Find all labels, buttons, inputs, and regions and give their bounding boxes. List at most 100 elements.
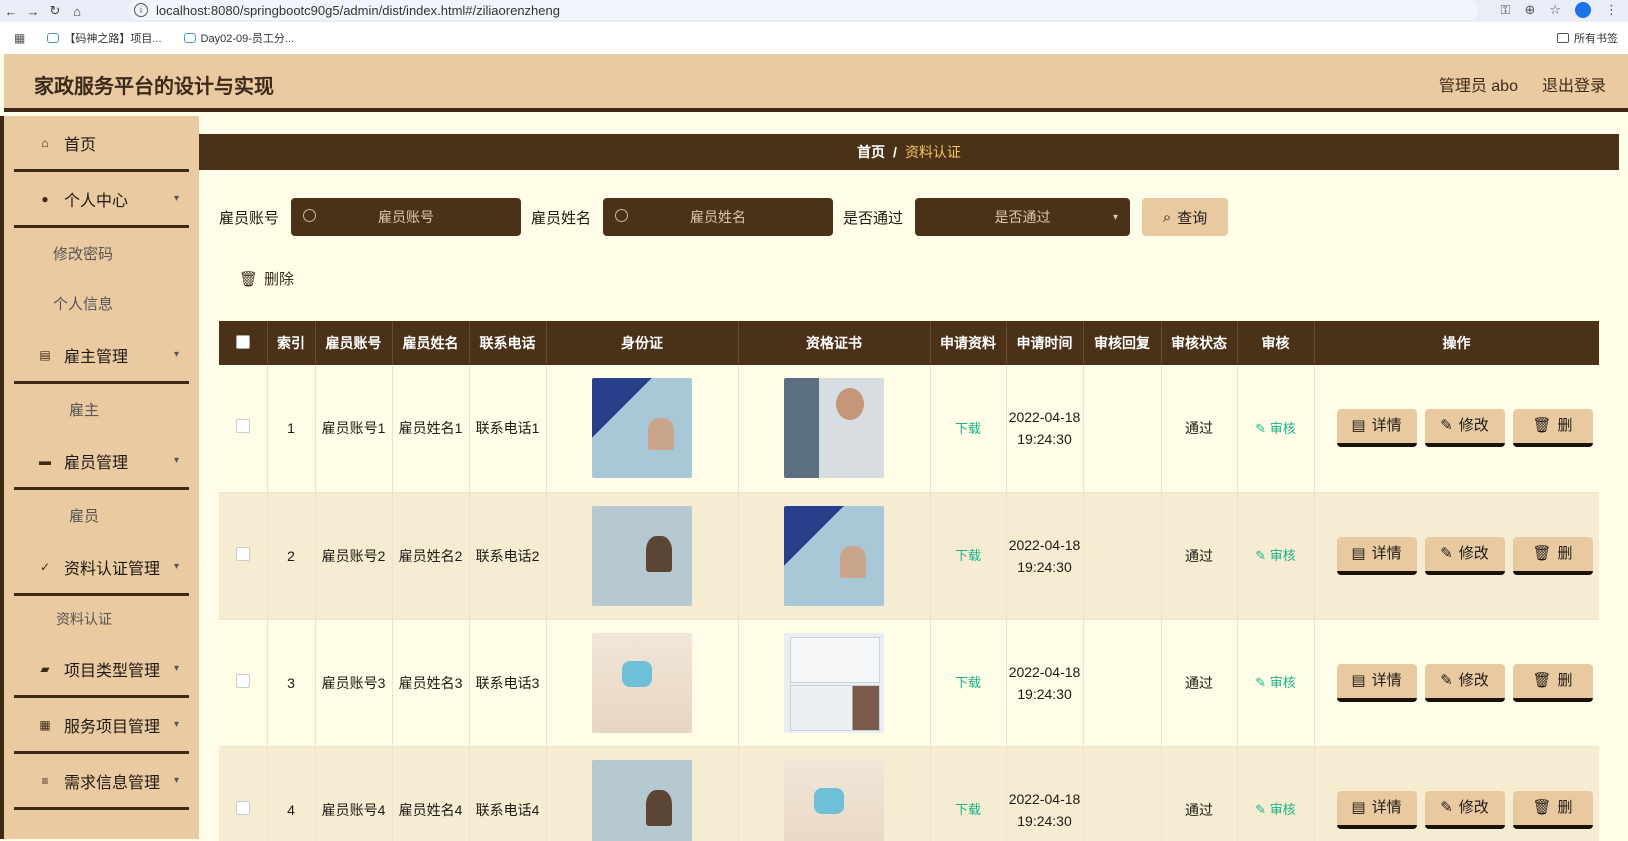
cell-reply (1083, 365, 1161, 492)
account-search-input[interactable]: 雇员账号 (291, 198, 521, 236)
detail-button[interactable]: ▤详情 (1337, 537, 1417, 575)
edit-button[interactable]: ✎修改 (1425, 664, 1505, 702)
download-link[interactable]: 下载 (955, 802, 981, 817)
address-bar-row: ← → ↻ ⌂ i localhost:8080/springbootc90g5… (0, 0, 1628, 22)
clipboard-icon: ✓ (38, 560, 52, 574)
browser-chrome: ← → ↻ ⌂ i localhost:8080/springbootc90g5… (0, 0, 1628, 54)
apps-grid-icon[interactable]: ▦ (14, 31, 25, 45)
select-all-checkbox[interactable] (236, 335, 250, 349)
app-header: 家政服务平台的设计与实现 管理员 abo 退出登录 (4, 54, 1628, 112)
edit-icon: ✎ (1440, 415, 1453, 437)
idcard-image[interactable] (592, 633, 692, 733)
delete-button[interactable]: 🗑删 (1513, 791, 1593, 829)
back-icon[interactable]: ← (0, 4, 22, 19)
home-icon: ⌂ (38, 136, 52, 150)
review-link[interactable]: ✎ 审核 (1255, 548, 1296, 563)
cell-reply (1083, 619, 1161, 746)
admin-label: 管理员 abo (1439, 72, 1518, 96)
sidebar-subitem-change-password[interactable]: 修改密码 (4, 228, 199, 278)
key-icon[interactable]: ⚿ (1501, 2, 1511, 18)
search-icon (615, 209, 628, 222)
sidebar-item-demand-mgmt[interactable]: ≡ 需求信息管理 ▾ (14, 754, 189, 810)
bookmarks-bar: ▦ 【码神之路】项目... Day02-09-员工分... 所有书签 (0, 26, 1628, 50)
sidebar-item-employee-mgmt[interactable]: ▬ 雇员管理 ▾ (14, 434, 189, 490)
row-checkbox[interactable] (236, 801, 250, 815)
query-button[interactable]: ⌕ 查询 (1142, 198, 1228, 236)
passed-filter-label: 是否通过 (843, 207, 903, 228)
certificate-image[interactable] (784, 506, 884, 606)
table-row: 4 雇员账号4 雇员姓名4 联系电话4 下载 2022-04-18 19:24:… (219, 746, 1599, 841)
zoom-icon[interactable]: ⊕ (1524, 2, 1535, 18)
sidebar-subitem-cert[interactable]: 资料认证 (4, 596, 199, 642)
browser-toolbar-icons: ⚿ ⊕ ☆ ⋮ (1501, 0, 1618, 20)
edit-icon: ✎ (1440, 670, 1453, 692)
reload-icon[interactable]: ↻ (44, 3, 66, 19)
certificate-image[interactable] (784, 378, 884, 478)
idcard-image[interactable] (592, 506, 692, 606)
profile-avatar[interactable] (1575, 2, 1591, 18)
delete-button[interactable]: 🗑删 (1513, 409, 1593, 447)
name-search-input[interactable]: 雇员姓名 (603, 198, 833, 236)
batch-delete-button[interactable]: 🗑 删除 (239, 268, 294, 289)
star-icon[interactable]: ☆ (1549, 2, 1561, 18)
cell-name: 雇员姓名2 (392, 492, 469, 619)
sidebar-item-employer-mgmt[interactable]: ▤ 雇主管理 ▾ (14, 328, 189, 384)
main-content: 首页 / 资料认证 雇员账号 雇员账号 雇员姓名 雇员姓名 是否通过 是否通过 … (199, 122, 1619, 839)
col-header-time: 申请时间 (1006, 321, 1083, 365)
breadcrumb-current: 资料认证 (905, 142, 961, 162)
menu-icon[interactable]: ⋮ (1605, 2, 1618, 18)
sidebar-subitem-personal-info[interactable]: 个人信息 (4, 278, 199, 328)
download-link[interactable]: 下载 (955, 548, 981, 563)
idcard-image[interactable] (592, 378, 692, 478)
cell-status: 通过 (1161, 492, 1237, 619)
chevron-down-icon: ▾ (1113, 212, 1118, 223)
forward-icon[interactable]: → (22, 4, 44, 19)
row-checkbox[interactable] (236, 419, 250, 433)
edit-button[interactable]: ✎修改 (1425, 409, 1505, 447)
certificate-image[interactable] (784, 633, 884, 733)
document-icon: ▤ (1351, 543, 1365, 565)
review-link[interactable]: ✎ 审核 (1255, 675, 1296, 690)
cell-application: 下载 (930, 492, 1006, 619)
bookmark-2[interactable]: Day02-09-员工分... (184, 30, 295, 46)
sidebar-subitem-employee[interactable]: 雇员 (4, 490, 199, 540)
delete-button[interactable]: 🗑删 (1513, 664, 1593, 702)
site-info-icon[interactable]: i (134, 3, 148, 17)
cell-actions: ▤详情 ✎修改 🗑删 (1314, 492, 1599, 619)
edit-button[interactable]: ✎修改 (1425, 791, 1505, 829)
sidebar-item-personal-center[interactable]: ● 个人中心 ▾ (14, 172, 189, 228)
review-link[interactable]: ✎ 审核 (1255, 421, 1296, 436)
sidebar-item-cert-mgmt[interactable]: ✓ 资料认证管理 ▾ (14, 540, 189, 596)
detail-button[interactable]: ▤详情 (1337, 791, 1417, 829)
sidebar-subitem-employer[interactable]: 雇主 (4, 384, 199, 434)
row-checkbox[interactable] (236, 674, 250, 688)
cell-review: ✎ 审核 (1237, 365, 1314, 492)
logout-link[interactable]: 退出登录 (1542, 72, 1606, 96)
certificate-image[interactable] (784, 760, 884, 841)
col-header-idcard: 身份证 (546, 321, 738, 365)
edit-icon: ✎ (1440, 543, 1453, 565)
cell-review: ✎ 审核 (1237, 746, 1314, 841)
edit-button[interactable]: ✎修改 (1425, 537, 1505, 575)
row-checkbox[interactable] (236, 547, 250, 561)
sidebar-item-home[interactable]: ⌂ 首页 (14, 116, 189, 172)
detail-button[interactable]: ▤详情 (1337, 409, 1417, 447)
idcard-image[interactable] (592, 760, 692, 841)
review-link[interactable]: ✎ 审核 (1255, 802, 1296, 817)
table-row: 3 雇员账号3 雇员姓名3 联系电话3 下载 2022-04-18 19:24:… (219, 619, 1599, 746)
sidebar-item-service-project-mgmt[interactable]: ▦ 服务项目管理 ▾ (14, 698, 189, 754)
home-icon[interactable]: ⌂ (66, 4, 88, 19)
breadcrumb-home[interactable]: 首页 (857, 142, 885, 162)
all-bookmarks[interactable]: 所有书签 (1557, 30, 1618, 46)
download-link[interactable]: 下载 (955, 421, 981, 436)
table-row: 2 雇员账号2 雇员姓名2 联系电话2 下载 2022-04-18 19:24:… (219, 492, 1599, 619)
delete-button[interactable]: 🗑删 (1513, 537, 1593, 575)
sidebar-item-project-type-mgmt[interactable]: ▰ 项目类型管理 ▾ (14, 642, 189, 698)
cell-application: 下载 (930, 365, 1006, 492)
download-link[interactable]: 下载 (955, 675, 981, 690)
bookmark-1[interactable]: 【码神之路】项目... (47, 30, 161, 46)
user-icon: ● (38, 192, 52, 206)
detail-button[interactable]: ▤详情 (1337, 664, 1417, 702)
passed-select[interactable]: 是否通过 ▾ (915, 198, 1130, 236)
address-bar[interactable]: i localhost:8080/springbootc90g5/admin/d… (128, 0, 1478, 20)
